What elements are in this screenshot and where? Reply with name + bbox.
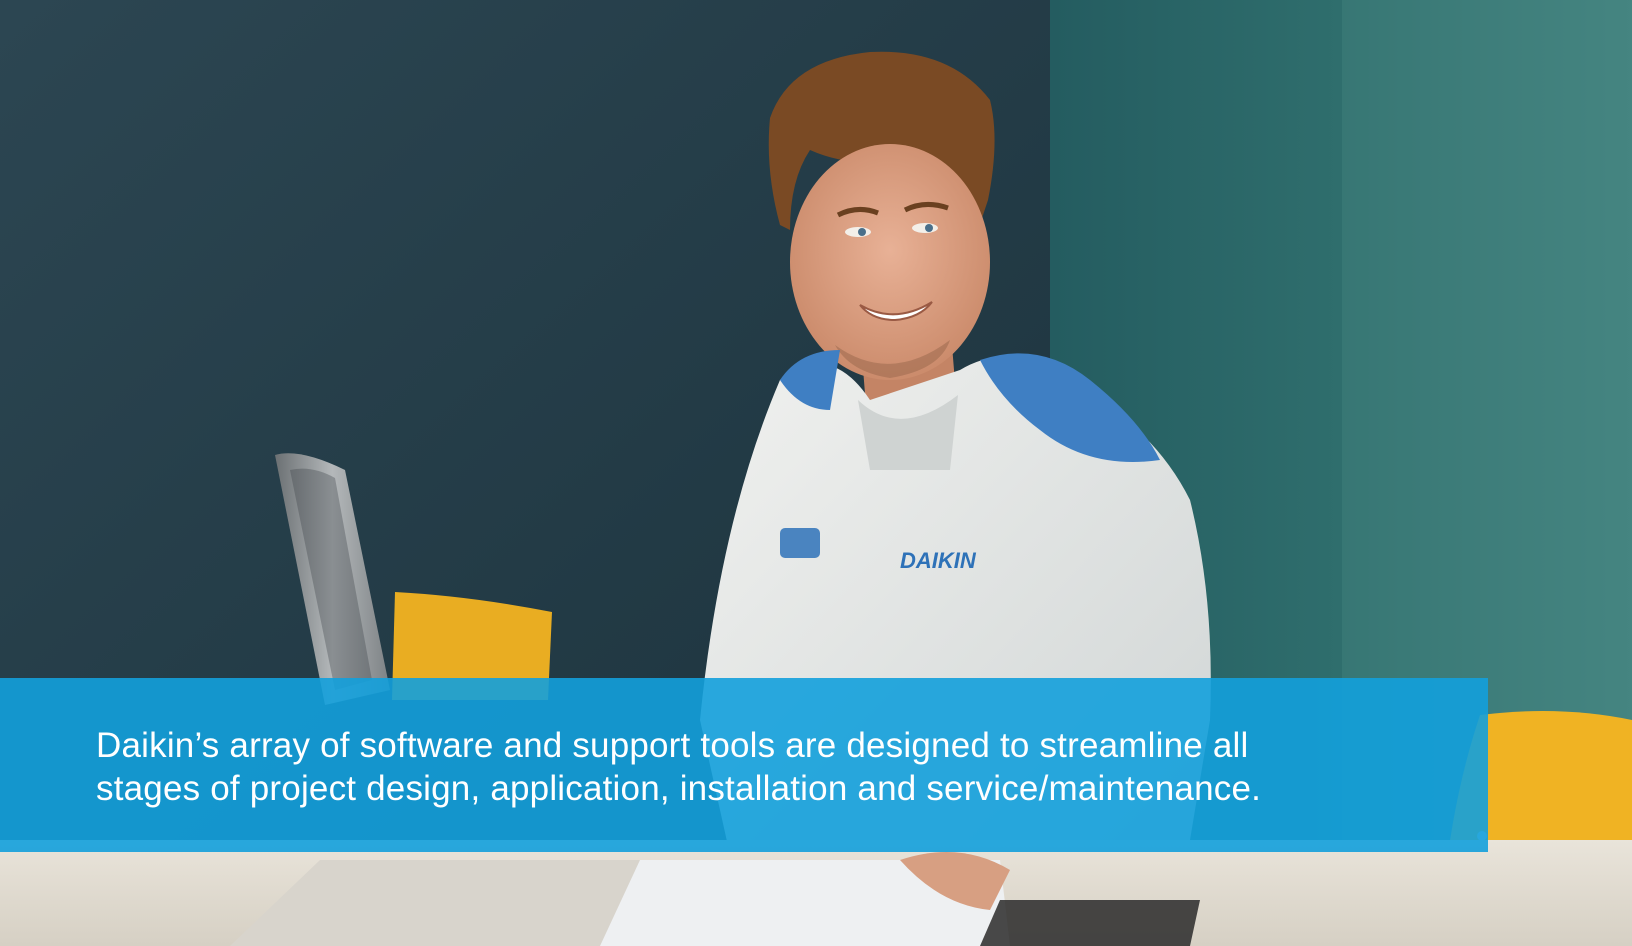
caption-line-1: Daikin’s array of software and support t… bbox=[96, 726, 1249, 765]
caption-line-2: stages of project design, application, i… bbox=[96, 769, 1262, 808]
caption-text: Daikin’s array of software and support t… bbox=[96, 724, 1456, 810]
jacket-logo: DAIKIN bbox=[900, 548, 977, 573]
sleeve-badge bbox=[780, 528, 820, 558]
face bbox=[790, 144, 990, 380]
